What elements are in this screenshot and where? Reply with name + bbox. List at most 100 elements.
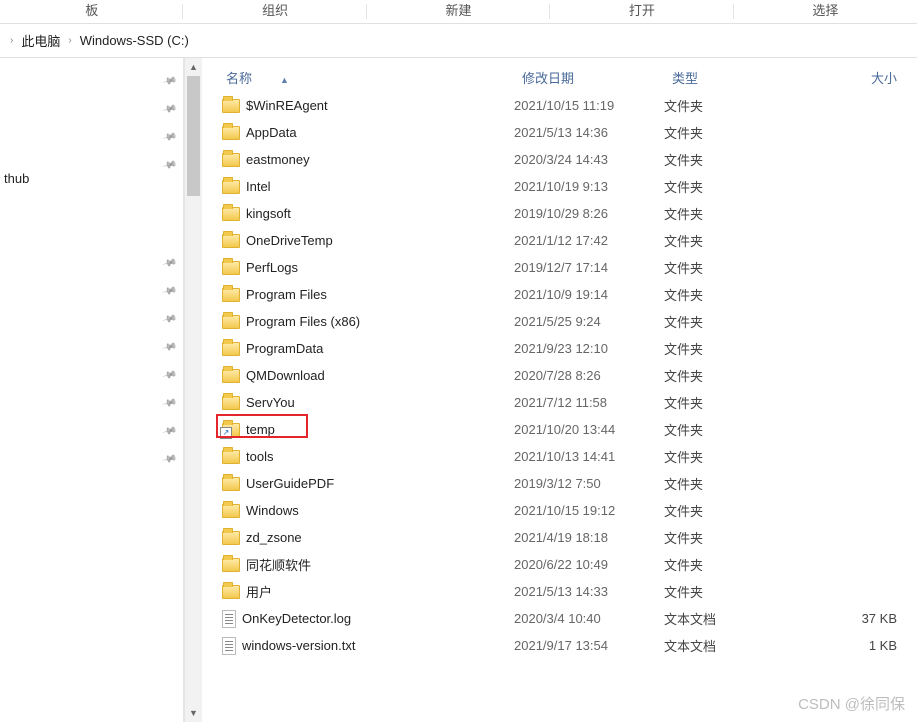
breadcrumb[interactable]: › 此电脑 › Windows-SSD (C:) (0, 24, 917, 58)
folder-icon (222, 288, 240, 302)
folder-icon (222, 99, 240, 113)
scroll-track[interactable] (185, 76, 202, 704)
item-date: 2020/3/24 14:43 (514, 152, 664, 167)
item-date: 2020/7/28 8:26 (514, 368, 664, 383)
pin-icon[interactable]: 📌 (161, 452, 177, 468)
item-type: 文件夹 (664, 420, 814, 439)
table-row[interactable]: ServYou2021/7/12 11:58文件夹 (202, 389, 917, 416)
pin-icon[interactable]: 📌 (161, 158, 177, 174)
col-header-name[interactable]: 名称 ▲ (210, 68, 522, 87)
item-date: 2019/12/7 17:14 (514, 260, 664, 275)
item-date: 2019/10/29 8:26 (514, 206, 664, 221)
folder-icon (222, 126, 240, 140)
ribbon: 板 组织 新建 打开 选择 (0, 0, 917, 24)
item-name: QMDownload (246, 368, 325, 383)
ribbon-group-clipboard[interactable]: 板 (0, 0, 183, 23)
table-row[interactable]: ProgramData2021/9/23 12:10文件夹 (202, 335, 917, 362)
pin-icon[interactable]: 📌 (161, 130, 177, 146)
item-name: Program Files (x86) (246, 314, 360, 329)
column-headers: 名称 ▲ 修改日期 类型 大小 (202, 58, 917, 86)
ribbon-group-select[interactable]: 选择 (734, 0, 917, 23)
pin-icon[interactable]: 📌 (161, 102, 177, 118)
scroll-up-icon[interactable]: ▲ (185, 58, 202, 76)
col-header-type[interactable]: 类型 (672, 68, 822, 87)
table-row[interactable]: 同花顺软件2020/6/22 10:49文件夹 (202, 551, 917, 578)
item-type: 文件夹 (664, 231, 814, 250)
pin-icon[interactable]: 📌 (161, 368, 177, 384)
item-type: 文件夹 (664, 447, 814, 466)
item-date: 2021/10/13 14:41 (514, 449, 664, 464)
table-row[interactable]: eastmoney2020/3/24 14:43文件夹 (202, 146, 917, 173)
col-header-size[interactable]: 大小 (822, 68, 917, 87)
item-date: 2021/10/15 19:12 (514, 503, 664, 518)
scroll-down-icon[interactable]: ▼ (185, 704, 202, 722)
crumb-drive[interactable]: Windows-SSD (C:) (76, 31, 193, 50)
table-row[interactable]: Program Files2021/10/9 19:14文件夹 (202, 281, 917, 308)
folder-icon (222, 396, 240, 410)
item-name: Windows (246, 503, 299, 518)
folder-icon (222, 153, 240, 167)
pin-icon[interactable]: 📌 (161, 256, 177, 272)
table-row[interactable]: windows-version.txt2021/9/17 13:54文本文档1 … (202, 632, 917, 659)
pin-icon[interactable]: 📌 (161, 284, 177, 300)
pin-icon[interactable]: 📌 (161, 340, 177, 356)
ribbon-group-open[interactable]: 打开 (550, 0, 733, 23)
item-type: 文件夹 (664, 501, 814, 520)
item-name: temp (246, 422, 275, 437)
table-row[interactable]: AppData2021/5/13 14:36文件夹 (202, 119, 917, 146)
crumb-this-pc[interactable]: 此电脑 (17, 29, 64, 52)
table-row[interactable]: QMDownload2020/7/28 8:26文件夹 (202, 362, 917, 389)
item-name: UserGuidePDF (246, 476, 334, 491)
col-header-name-label: 名称 (226, 71, 252, 86)
table-row[interactable]: Windows 2021/10/15 19:12文件夹 (202, 497, 917, 524)
table-row[interactable]: Program Files (x86)2021/5/25 9:24文件夹 (202, 308, 917, 335)
nav-tree[interactable]: thub 📌 📌 📌 📌 📌 📌 📌 📌 📌 📌 📌 📌 (0, 58, 184, 722)
table-row[interactable]: kingsoft2019/10/29 8:26文件夹 (202, 200, 917, 227)
table-row[interactable]: Intel2021/10/19 9:13文件夹 (202, 173, 917, 200)
sort-asc-icon: ▲ (280, 75, 289, 85)
pin-icon[interactable]: 📌 (161, 424, 177, 440)
item-name: tools (246, 449, 273, 464)
pin-icon[interactable]: 📌 (161, 74, 177, 90)
table-row[interactable]: zd_zsone2021/4/19 18:18文件夹 (202, 524, 917, 551)
item-type: 文件夹 (664, 285, 814, 304)
chevron-right-icon[interactable]: › (10, 35, 13, 46)
item-type: 文件夹 (664, 258, 814, 277)
item-name: Program Files (246, 287, 327, 302)
table-row[interactable]: PerfLogs2019/12/7 17:14文件夹 (202, 254, 917, 281)
item-date: 2021/5/13 14:36 (514, 125, 664, 140)
ribbon-group-organize[interactable]: 组织 (183, 0, 366, 23)
table-row[interactable]: temp2021/10/20 13:44文件夹 (202, 416, 917, 443)
item-type: 文件夹 (664, 96, 814, 115)
item-date: 2021/1/12 17:42 (514, 233, 664, 248)
item-type: 文件夹 (664, 177, 814, 196)
folder-icon (222, 558, 240, 572)
table-row[interactable]: OnKeyDetector.log2020/3/4 10:40文本文档37 KB (202, 605, 917, 632)
item-date: 2021/7/12 11:58 (514, 395, 664, 410)
pin-icon[interactable]: 📌 (161, 396, 177, 412)
item-name: 用户 (246, 582, 272, 601)
folder-icon (222, 531, 240, 545)
col-header-date[interactable]: 修改日期 (522, 68, 672, 87)
table-row[interactable]: $WinREAgent2021/10/15 11:19文件夹 (202, 92, 917, 119)
table-row[interactable]: UserGuidePDF2019/3/12 7:50文件夹 (202, 470, 917, 497)
table-row[interactable]: 用户2021/5/13 14:33文件夹 (202, 578, 917, 605)
folder-icon (222, 450, 240, 464)
item-date: 2019/3/12 7:50 (514, 476, 664, 491)
pin-icon[interactable]: 📌 (161, 312, 177, 328)
ribbon-group-new[interactable]: 新建 (367, 0, 550, 23)
folder-icon (222, 315, 240, 329)
table-row[interactable]: tools 2021/10/13 14:41文件夹 (202, 443, 917, 470)
item-type: 文件夹 (664, 204, 814, 223)
nav-scrollbar[interactable]: ▲ ▼ (184, 58, 202, 722)
table-row[interactable]: OneDriveTemp2021/1/12 17:42文件夹 (202, 227, 917, 254)
file-icon (222, 610, 236, 628)
item-type: 文件夹 (664, 393, 814, 412)
file-icon (222, 637, 236, 655)
item-name: $WinREAgent (246, 98, 328, 113)
item-type: 文本文档 (664, 609, 814, 628)
chevron-right-icon[interactable]: › (68, 35, 71, 46)
item-name: windows-version.txt (242, 638, 355, 653)
nav-item[interactable]: thub (0, 168, 183, 189)
scroll-thumb[interactable] (187, 76, 200, 196)
